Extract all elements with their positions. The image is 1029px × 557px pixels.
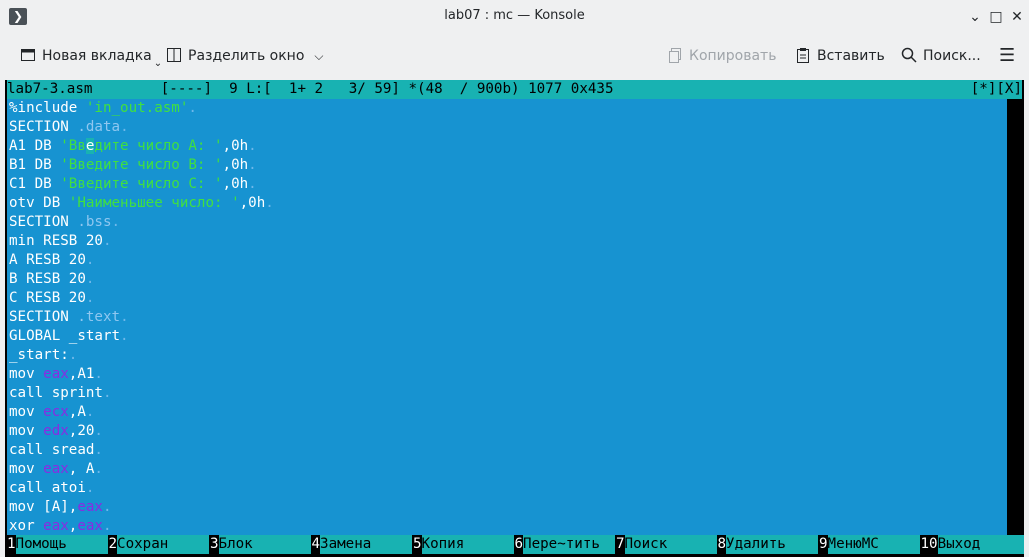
fkey-number: 2 (108, 536, 118, 552)
fkey-number: 10 (920, 536, 938, 552)
search-icon (901, 47, 917, 63)
status-filename: lab7-3.asm (7, 81, 93, 97)
split-view-button[interactable]: Разделить окно ⌵ (166, 46, 324, 66)
code-line[interactable]: A RESB 20. (7, 251, 1007, 270)
close-icon[interactable]: ✕ (1008, 8, 1026, 26)
code-line[interactable]: xor eax,eax. (7, 517, 1007, 535)
fkey-label: Замена (320, 535, 413, 554)
maximize-icon[interactable]: □ (987, 8, 1005, 26)
code-line[interactable]: mov edx,20. (7, 422, 1007, 441)
fkey-4[interactable]: 4Замена (312, 535, 413, 554)
fkey-number: 5 (413, 536, 422, 552)
fkey-7[interactable]: 7Поиск (616, 535, 717, 554)
code-line[interactable]: call sread. (7, 441, 1007, 460)
paste-icon (795, 47, 811, 63)
code-line[interactable]: min RESB 20. (7, 232, 1007, 251)
code-line[interactable]: mov eax, A. (7, 460, 1007, 479)
code-line[interactable]: %include 'in_out.asm'. (7, 99, 1007, 118)
code-line[interactable]: mov [A],eax. (7, 498, 1007, 517)
function-key-bar: 1Помощь 2Сохран 3Блок 4Замена 5Копия 6Пере~ти… (7, 535, 1024, 554)
window-titlebar: ❯ lab07 : mc — Konsole ⌄ □ ✕ (0, 0, 1029, 34)
code-editor[interactable]: %include 'in_out.asm'. SECTION .data. A1 D… (7, 99, 1007, 535)
code-line[interactable]: C RESB 20. (7, 289, 1007, 308)
code-line[interactable]: SECTION .text. (7, 308, 1007, 327)
new-tab-button[interactable]: Новая вкладка ⌄ (20, 46, 163, 69)
fkey-number: 7 (616, 536, 625, 552)
new-tab-icon (20, 47, 36, 63)
new-tab-label: Новая вкладка (42, 48, 152, 64)
minimize-icon[interactable]: ⌄ (966, 8, 984, 26)
code-line[interactable]: A1 DB 'Введите число A: ',0h. (7, 137, 1007, 156)
fkey-label: Поиск (624, 535, 717, 554)
fkey-8[interactable]: 8Удалить (718, 535, 819, 554)
code-line[interactable]: mov eax,A1. (7, 365, 1007, 384)
fkey-label: МенюMC (827, 535, 920, 554)
status-column: 9 (229, 81, 238, 97)
fkey-3[interactable]: 3Блок (210, 535, 311, 554)
code-line[interactable]: SECTION .bss. (7, 213, 1007, 232)
status-position: L:[ 1+ 2 3/ 59] (246, 81, 400, 97)
mc-editor-screen[interactable]: lab7-3.asm [----] 9 L:[ 1+ 2 3/ 59] *(48… (7, 80, 1024, 554)
code-line[interactable]: call sprint. (7, 384, 1007, 403)
code-line[interactable]: call atoi. (7, 479, 1007, 498)
fkey-number: 8 (717, 536, 727, 552)
fkey-number: 6 (514, 536, 524, 552)
fkey-1[interactable]: 1Помощь (7, 535, 108, 554)
fkey-9[interactable]: 9МенюMC (819, 535, 920, 554)
editor-status-bar: lab7-3.asm [----] 9 L:[ 1+ 2 3/ 59] *(48… (7, 80, 1022, 99)
fkey-label: Выход (937, 535, 1024, 554)
status-size: *(48 / 900b) (408, 81, 520, 97)
hamburger-menu-icon[interactable]: ☰ (999, 46, 1015, 66)
fkey-number: 4 (311, 536, 321, 552)
status-flags: [*][X] (970, 81, 1022, 97)
paste-label: Вставить (817, 48, 885, 64)
fkey-label: Помощь (15, 535, 108, 554)
terminal-area[interactable]: lab7-3.asm [----] 9 L:[ 1+ 2 3/ 59] *(48… (5, 80, 1024, 557)
fkey-10[interactable]: 10Выход (921, 535, 1024, 554)
fkey-2[interactable]: 2Сохран (109, 535, 210, 554)
code-line[interactable]: _start:. (7, 346, 1007, 365)
split-view-label: Разделить окно (188, 48, 305, 64)
copy-button[interactable]: Копировать (667, 46, 776, 66)
fkey-label: Удалить (726, 535, 819, 554)
fkey-label: Пере~тить (523, 535, 616, 554)
code-line[interactable]: GLOBAL _start. (7, 327, 1007, 346)
copy-label: Копировать (689, 48, 777, 64)
fkey-label: Сохран (117, 535, 210, 554)
toolbar: Новая вкладка ⌄ Разделить окно ⌵ Копироват… (0, 34, 1029, 78)
code-line[interactable]: SECTION .data. (7, 118, 1007, 137)
search-button[interactable]: Поиск... (901, 46, 981, 66)
fkey-5[interactable]: 5Копия (413, 535, 514, 554)
code-line[interactable]: mov ecx,A. (7, 403, 1007, 422)
status-char: 1077 0x435 (528, 81, 614, 97)
fkey-number: 9 (819, 536, 828, 552)
fkey-6[interactable]: 6Пере~тить (515, 535, 616, 554)
fkey-label: Блок (218, 535, 311, 554)
paste-button[interactable]: Вставить (795, 46, 885, 66)
fkey-number: 1 (7, 536, 16, 552)
status-mode: [----] (160, 81, 213, 97)
copy-icon (667, 47, 683, 63)
code-line[interactable]: otv DB 'Наименьшее число: ',0h. (7, 194, 1007, 213)
code-line[interactable]: B RESB 20. (7, 270, 1007, 289)
code-line[interactable]: B1 DB 'Введите число B: ',0h. (7, 156, 1007, 175)
window-title: lab07 : mc — Konsole (444, 8, 585, 23)
chevron-down-icon: ⌵ (314, 49, 324, 63)
chevron-down-icon: ⌄ (153, 58, 163, 69)
fkey-label: Копия (421, 535, 514, 554)
code-line[interactable]: C1 DB 'Введите число C: ',0h. (7, 175, 1007, 194)
search-label: Поиск... (923, 48, 981, 64)
fkey-number: 3 (210, 536, 219, 552)
split-icon (166, 47, 182, 63)
